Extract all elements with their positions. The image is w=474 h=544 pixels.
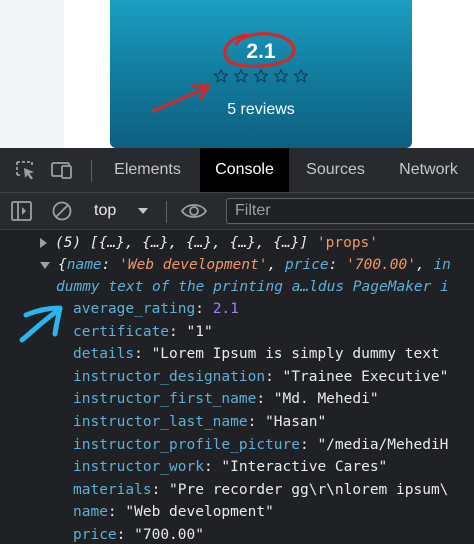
preview-value-name: 'Web development' <box>119 257 268 273</box>
tab-sources[interactable]: Sources <box>291 148 380 192</box>
property-key: instructor_last_name <box>73 414 248 430</box>
property-value: "Trainee Executive" <box>282 368 449 385</box>
property-key: materials <box>73 481 152 498</box>
star-icon[interactable] <box>213 68 229 84</box>
object-property-row[interactable]: instructor_first_name: "Md. Mehedi" <box>73 388 379 410</box>
property-key: instructor_first_name <box>73 391 257 408</box>
property-key: name <box>73 504 108 521</box>
toolbar-separator <box>166 201 167 223</box>
property-value: "Lorem Ipsum is simply dummy text <box>151 346 440 363</box>
property-key: average_rating <box>73 301 196 317</box>
object-property-row[interactable]: instructor_work: "Interactive Cares" <box>73 456 387 478</box>
devtools-panel: Elements Console Sources Network top Fil… <box>0 148 474 544</box>
clear-console-icon[interactable] <box>50 200 74 222</box>
console-object-log[interactable]: {name: 'Web development', price: '700.00… <box>40 254 451 276</box>
context-selector[interactable]: top <box>94 199 158 223</box>
property-value: "/media/MehediH <box>317 436 449 453</box>
console-filter-input[interactable] <box>226 198 474 224</box>
array-label: 'props' <box>316 235 379 251</box>
star-icon[interactable] <box>273 68 289 84</box>
property-value: 2.1 <box>212 301 239 317</box>
object-property-row[interactable]: details: "Lorem Ipsum is simply dummy te… <box>73 343 440 365</box>
property-key: instructor_profile_picture <box>73 436 300 453</box>
tab-elements[interactable]: Elements <box>97 148 198 192</box>
star-icon[interactable] <box>233 68 249 84</box>
object-open-brace: { <box>58 257 67 273</box>
console-toolbar: top <box>0 193 474 230</box>
preview-key-price: price <box>285 257 329 273</box>
star-icon[interactable] <box>293 68 309 84</box>
array-summary: (5) [{…}, {…}, {…}, {…}, {…}] <box>55 235 309 251</box>
preview-value-price: '700.00' <box>346 257 416 273</box>
reviews-count[interactable]: 5 reviews <box>110 101 412 119</box>
sidebar-toggle-icon[interactable] <box>10 200 34 222</box>
chevron-down-icon <box>138 208 148 214</box>
property-value: "Web development" <box>125 504 274 521</box>
console-array-log[interactable]: (5) [{…}, {…}, {…}, {…}, {…}] 'props' <box>40 232 378 254</box>
object-property-row[interactable]: name: "Web development" <box>73 501 274 523</box>
object-property-row[interactable]: instructor_designation: "Trainee Executi… <box>73 366 448 388</box>
property-key: instructor_designation <box>73 368 266 385</box>
device-toolbar-icon[interactable] <box>50 159 74 181</box>
star-icon[interactable] <box>253 68 269 84</box>
web-page-viewport: 2.1 5 reviews <box>0 0 474 148</box>
property-value: "1" <box>186 323 213 340</box>
property-value: "Pre recorder gg\r\nlorem ipsum\ <box>169 481 449 498</box>
object-property-row[interactable]: average_rating: 2.1 <box>73 298 239 320</box>
average-rating-value: 2.1 <box>246 40 276 63</box>
context-selector-label: top <box>94 202 117 219</box>
course-card[interactable]: 2.1 5 reviews <box>110 0 412 148</box>
devtools-tab-bar: Elements Console Sources Network <box>0 148 474 193</box>
tab-console[interactable]: Console <box>200 148 289 192</box>
property-value: "Interactive Cares" <box>221 459 388 476</box>
expand-triangle-icon[interactable] <box>40 238 47 248</box>
object-property-row[interactable]: instructor_last_name: "Hasan" <box>73 411 326 433</box>
console-output: (5) [{…}, {…}, {…}, {…}, {…}] 'props' {n… <box>0 230 474 544</box>
eye-icon[interactable] <box>180 200 208 222</box>
star-rating <box>110 68 412 89</box>
tab-network[interactable]: Network <box>383 148 474 192</box>
object-preview-continuation: dummy text of the printing a…ldus PageMa… <box>56 279 449 295</box>
object-property-row[interactable]: materials: "Pre recorder gg\r\nlorem ips… <box>73 479 448 501</box>
object-property-row[interactable]: price: "700.00" <box>73 524 204 544</box>
object-property-row[interactable]: certificate: "1" <box>73 321 213 343</box>
property-key: price <box>73 527 117 543</box>
toolbar-separator <box>91 160 92 182</box>
page-background-panel <box>0 0 64 148</box>
object-property-row[interactable]: instructor_profile_picture: "/media/Mehe… <box>73 434 448 456</box>
property-key: certificate <box>73 323 170 340</box>
property-key: details <box>73 346 135 363</box>
property-value: "700.00" <box>134 527 204 543</box>
property-value: "Hasan" <box>265 414 327 430</box>
inspect-element-icon[interactable] <box>14 159 38 181</box>
preview-tail: in <box>433 257 451 273</box>
property-value: "Md. Mehedi" <box>273 391 379 408</box>
collapse-triangle-icon[interactable] <box>40 261 50 269</box>
preview-key-name: name <box>66 257 102 273</box>
property-key: instructor_work <box>73 459 204 476</box>
